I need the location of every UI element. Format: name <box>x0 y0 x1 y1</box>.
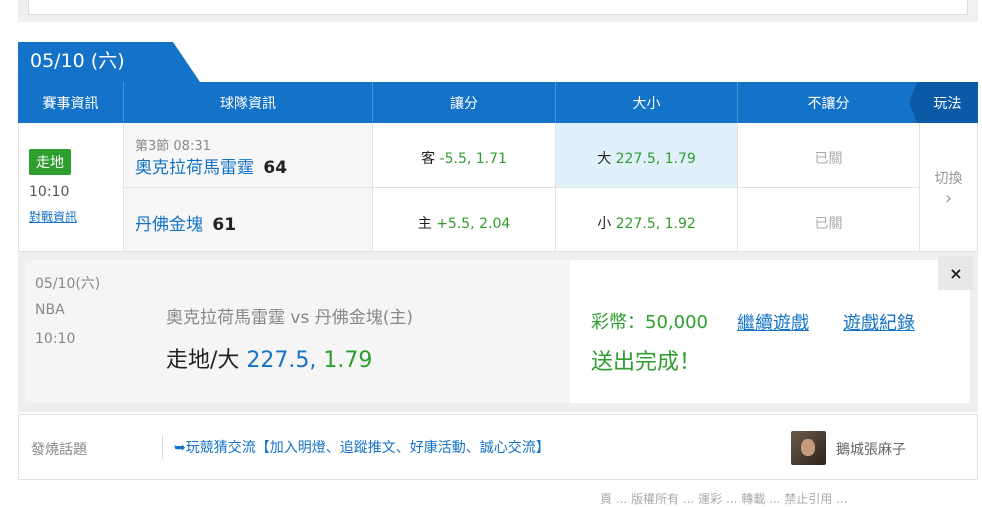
top-strip <box>18 0 978 22</box>
hot-topic-bar: 發燒話題 ➥玩競猜交流【加入明燈、追蹤推文、好康活動、誠心交流】 鵝城張麻子 <box>18 414 978 480</box>
period-clock: 第3節 08:31 <box>135 139 211 154</box>
ml-home-cell: 已關 <box>738 188 920 252</box>
switch-label: 切換 <box>934 171 963 187</box>
ou-over-odds[interactable]: 大 227.5, 1.79 <box>556 148 737 168</box>
submit-status: 送出完成！ <box>591 350 702 375</box>
ou-over-label: 大 <box>597 151 612 167</box>
ou-under-cell[interactable]: 小 227.5, 1.92 <box>556 188 738 252</box>
ml-away-cell: 已關 <box>738 123 920 188</box>
spread-home-cell[interactable]: 主 +5.5, 2.04 <box>373 188 556 252</box>
ticket-bet-type: 走地/大 <box>166 348 240 373</box>
spread-away-label: 客 <box>421 151 436 167</box>
event-info-cell: 走地 10:10 對戰資訊 <box>18 123 124 252</box>
ticket-bet: 走地/大 227.5, 1.79 <box>166 342 372 374</box>
ticket-league: NBA <box>35 302 65 318</box>
ou-under-value: 227.5, 1.92 <box>615 216 696 232</box>
away-team-score: 64 <box>263 158 288 178</box>
ou-under-odds[interactable]: 小 227.5, 1.92 <box>556 213 737 233</box>
switch-cell[interactable]: 切換 › <box>920 123 978 252</box>
header-play-tab[interactable]: 玩法 <box>909 82 978 123</box>
spread-home-label: 主 <box>417 216 432 232</box>
team-row-home: 丹佛金塊 61 <box>124 188 373 252</box>
spread-home-value: +5.5, 2.04 <box>436 216 511 232</box>
spread-home-odds[interactable]: 主 +5.5, 2.04 <box>373 213 555 233</box>
header-over-under: 大小 <box>556 82 738 123</box>
bet-ticket: 05/10(六) NBA 10:10 奧克拉荷馬雷霆 vs 丹佛金塊(主) 走地… <box>25 260 970 403</box>
hot-topic-label: 發燒話題 <box>31 442 87 458</box>
credits-balance: 彩幣：50,000 <box>591 312 708 333</box>
header-event-info: 賽事資訊 <box>18 82 124 123</box>
ticket-time: 10:10 <box>35 331 76 347</box>
ticket-matchup: 奧克拉荷馬雷霆 vs 丹佛金塊(主) <box>166 308 413 328</box>
game-history-link[interactable]: 遊戲紀錄 <box>843 309 915 335</box>
avatar[interactable] <box>791 431 826 465</box>
ml-away-closed: 已關 <box>814 151 843 167</box>
spread-away-odds[interactable]: 客 -5.5, 1.71 <box>373 148 555 168</box>
ticket-date: 05/10(六) <box>35 276 101 292</box>
home-team: 丹佛金塊 61 <box>135 210 236 235</box>
close-icon[interactable]: × <box>938 256 974 290</box>
team-row-away: 第3節 08:31 奧克拉荷馬雷霆 64 <box>124 123 373 188</box>
ticket-summary: 05/10(六) NBA 10:10 奧克拉荷馬雷霆 vs 丹佛金塊(主) 走地… <box>25 260 570 403</box>
date-tab[interactable]: 05/10 (六) <box>18 42 200 82</box>
ou-over-value: 227.5, 1.79 <box>615 151 696 167</box>
spread-away-value: -5.5, 1.71 <box>439 151 507 167</box>
continue-game-link[interactable]: 繼續遊戲 <box>737 309 809 335</box>
top-strip-inner <box>28 0 968 15</box>
spread-away-cell[interactable]: 客 -5.5, 1.71 <box>373 123 556 188</box>
live-badge: 走地 <box>29 149 71 175</box>
ml-home-closed: 已關 <box>814 216 843 232</box>
hot-topic-link[interactable]: ➥玩競猜交流【加入明燈、追蹤推文、好康活動、誠心交流】 <box>174 437 550 457</box>
home-team-name: 丹佛金塊 <box>135 215 203 235</box>
away-team: 奧克拉荷馬雷霆 64 <box>135 153 287 178</box>
away-team-name: 奧克拉荷馬雷霆 <box>135 158 254 178</box>
switch-button[interactable]: 切換 › <box>920 169 977 209</box>
bet-slip-panel: 05/10(六) NBA 10:10 奧克拉荷馬雷霆 vs 丹佛金塊(主) 走地… <box>18 252 978 412</box>
chevron-right-icon: › <box>944 188 953 209</box>
header-moneyline: 不讓分 <box>738 82 920 123</box>
ticket-bet-value: 227.5, <box>246 348 317 373</box>
home-team-score: 61 <box>212 215 237 235</box>
header-team-info: 球隊資訊 <box>124 82 373 123</box>
ou-over-cell[interactable]: 大 227.5, 1.79 <box>556 123 738 188</box>
ticket-bet-odds: 1.79 <box>323 348 373 373</box>
matchup-info-link[interactable]: 對戰資訊 <box>29 208 77 225</box>
ou-under-label: 小 <box>597 216 612 232</box>
header-spread: 讓分 <box>373 82 556 123</box>
divider <box>162 435 163 459</box>
topic-author[interactable]: 鵝城張麻子 <box>836 439 906 459</box>
avatar-face <box>801 439 815 456</box>
match-time: 10:10 <box>29 184 70 200</box>
